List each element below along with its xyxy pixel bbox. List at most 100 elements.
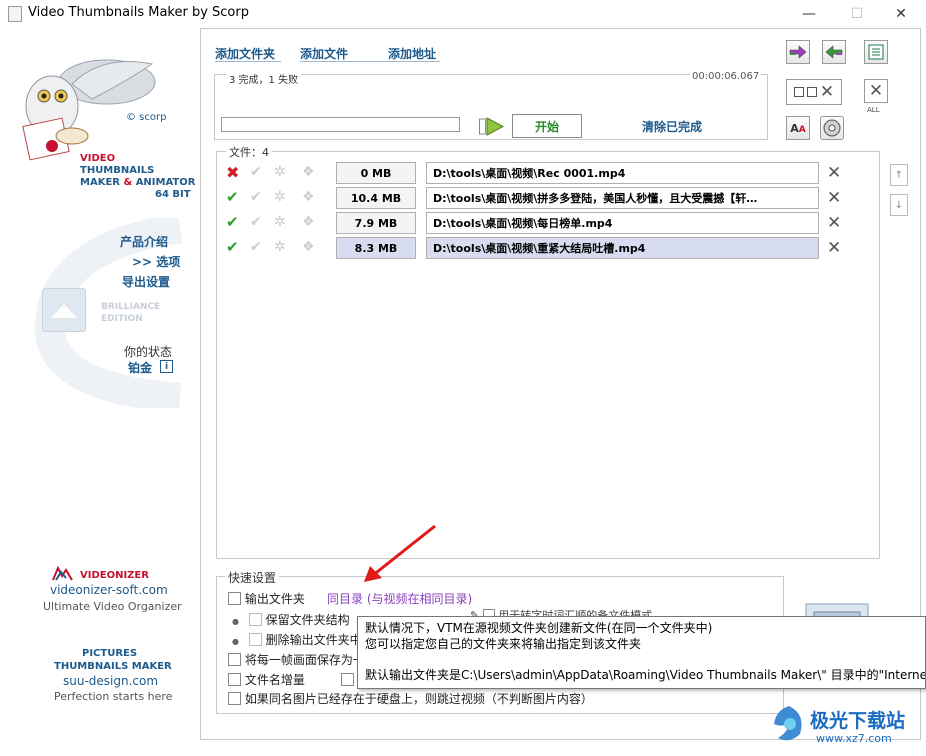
close-button[interactable]: ✕ <box>878 0 924 28</box>
disc-icon <box>823 119 841 137</box>
status-label: 你的状态 <box>124 345 173 359</box>
brand-line-thumbnails: THUMBNAILS <box>80 165 155 176</box>
remove-all-button[interactable]: ✕ <box>864 79 888 103</box>
edition-line2: EDITION <box>101 314 143 324</box>
skip-existing-row: 如果同名图片已经存在于硬盘上，则跳过视频（不判断图片内容） <box>228 690 593 707</box>
remove-file-icon[interactable]: ✕ <box>827 165 841 182</box>
film-ghost-icon: ❖ <box>302 189 315 205</box>
list-icon <box>868 44 884 60</box>
ptm-tagline: Perfection starts here <box>54 690 173 703</box>
status-value: 铂金 <box>128 361 153 375</box>
maximize-button[interactable]: ☐ <box>834 0 880 28</box>
output-folder-row: 输出文件夹 <box>228 590 305 607</box>
move-down-button[interactable]: ↓ <box>890 194 908 216</box>
brand-maker: MAKER <box>80 177 120 188</box>
check-ghost-icon: ✔ <box>250 214 262 230</box>
remove-file-icon[interactable]: ✕ <box>827 215 841 232</box>
x-icon: ✕ <box>819 81 835 102</box>
window-title: Video Thumbnails Maker by Scorp <box>28 5 249 20</box>
gear-ghost-icon: ✲ <box>274 214 286 230</box>
arrow-left-icon <box>825 45 843 59</box>
clear-done-link[interactable]: 清除已完成 <box>642 118 702 135</box>
watermark-logo-icon <box>774 706 802 741</box>
table-row[interactable]: ✔ ✔ ✲ ❖ 8.3 MB D:\tools\桌面\视频\重紧大结局吐槽.mp4 ✕ <box>222 237 852 260</box>
success-check-icon: ✔ <box>226 238 239 256</box>
skip-existing-checkbox[interactable] <box>228 692 241 705</box>
tooltip-line-3: 默认输出文件夹是C:\Users\admin\AppData\Roaming\V… <box>365 668 926 682</box>
status-info-icon[interactable]: i <box>160 360 173 373</box>
export-arrow-button[interactable] <box>822 40 846 64</box>
x-icon: ✕ <box>868 80 884 101</box>
eject-icon <box>42 288 86 332</box>
delete-output-label: 删除输出文件夹中 <box>265 633 362 647</box>
filename-increment-checkbox[interactable] <box>228 673 241 686</box>
delete-output-checkbox[interactable] <box>248 633 262 646</box>
file-path-cell: D:\tools\桌面\视频\每日榜单.mp4 <box>426 212 819 234</box>
file-path-cell: D:\tools\桌面\视频\重紧大结局吐槽.mp4 <box>426 237 819 259</box>
save-frames-row: 将每一帧画面保存为一 <box>228 651 365 668</box>
gear-ghost-icon: ✲ <box>274 239 286 255</box>
extra-option-checkbox[interactable] <box>341 673 354 686</box>
output-folder-link[interactable]: 同目录 (与视频在相同目录) <box>327 590 472 607</box>
app-icon <box>8 6 22 22</box>
watermark-url: www.xz7.com <box>816 732 892 745</box>
import-arrow-button[interactable] <box>786 40 810 64</box>
tooltip-line-1: 默认情况下，VTM在源视频文件夹创建新文件(在同一个文件夹中) <box>365 621 713 635</box>
tooltip-line-2: 您可以指定您自己的文件夹来将输出指定到该文件夹 <box>365 637 642 651</box>
play-button[interactable] <box>479 117 505 136</box>
film-ghost-icon: ❖ <box>302 164 315 180</box>
filename-increment-label: 文件名增量 <box>244 673 305 687</box>
keep-structure-row: ● 保留文件夹结构 <box>232 613 350 627</box>
file-size-cell: 8.3 MB <box>336 237 416 259</box>
progress-bar <box>221 117 460 132</box>
add-file-link[interactable]: 添加文件 <box>300 45 348 62</box>
check-ghost-icon: ✔ <box>250 189 262 205</box>
success-check-icon: ✔ <box>226 188 239 206</box>
watermark: 极光下载站 www.xz7.com <box>770 702 920 752</box>
table-row[interactable]: ✖ ✔ ✲ ❖ 0 MB D:\tools\桌面\视频\Rec 0001.mp4 ✕ <box>222 162 852 185</box>
toggle-checkboxes-button[interactable]: ✕ <box>786 79 842 105</box>
gear-ghost-icon: ✲ <box>274 189 286 205</box>
ptm-link[interactable]: suu-design.com <box>63 674 158 688</box>
check-ghost-icon: ✔ <box>250 239 262 255</box>
minimize-button[interactable]: — <box>786 0 832 28</box>
add-folder-link[interactable]: 添加文件夹 <box>215 45 275 62</box>
delete-output-row: ● 删除输出文件夹中 <box>232 633 362 647</box>
move-up-button[interactable]: ↑ <box>890 164 908 186</box>
progress-summary: 3 完成，1 失败 <box>226 71 302 86</box>
output-folder-tooltip: 默认情况下，VTM在源视频文件夹创建新文件(在同一个文件夹中) 您可以指定您自己… <box>357 616 926 689</box>
output-folder-checkbox[interactable] <box>228 592 241 605</box>
nav-options[interactable]: >> 选项 <box>132 253 180 270</box>
skip-existing-label: 如果同名图片已经存在于硬盘上，则跳过视频（不判断图片内容） <box>244 692 593 706</box>
videonizer-link[interactable]: videonizer-soft.com <box>50 583 168 597</box>
all-label: ALL <box>867 106 880 114</box>
left-panel: © scorp VIDEO THUMBNAILS MAKER & ANIMATO… <box>0 28 200 756</box>
title-bar: Video Thumbnails Maker by Scorp — ☐ ✕ <box>0 0 926 28</box>
remove-file-icon[interactable]: ✕ <box>827 240 841 257</box>
file-size-cell: 10.4 MB <box>336 187 416 209</box>
save-frames-checkbox[interactable] <box>228 653 241 666</box>
file-size-cell: 7.9 MB <box>336 212 416 234</box>
filename-increment-row: 文件名增量 <box>228 671 305 688</box>
add-url-link[interactable]: 添加地址 <box>388 45 436 62</box>
film-ghost-icon: ❖ <box>302 239 315 255</box>
brand-animator: ANIMATOR <box>135 177 196 188</box>
videonizer-tagline: Ultimate Video Organizer <box>43 600 182 613</box>
edition-line1: BRILLIANCE <box>101 302 161 312</box>
gear-ghost-icon: ✲ <box>274 164 286 180</box>
ptm-title-1: PICTURES <box>82 648 138 659</box>
remove-file-icon[interactable]: ✕ <box>827 190 841 207</box>
keep-structure-checkbox[interactable] <box>248 613 262 626</box>
font-settings-button[interactable]: AA <box>786 116 810 140</box>
brand-64bit: 64 BIT <box>155 189 191 200</box>
quick-settings-title: 快速设置 <box>225 569 280 586</box>
nav-export-settings[interactable]: 导出设置 <box>122 273 170 290</box>
table-row[interactable]: ✔ ✔ ✲ ❖ 10.4 MB D:\tools\桌面\视频\拼多多登陆，美国人秒懂，且大… <box>222 187 852 210</box>
elapsed-time: 00:00:06.067 <box>690 71 762 82</box>
table-row[interactable]: ✔ ✔ ✲ ❖ 7.9 MB D:\tools\桌面\视频\每日榜单.mp4 ✕ <box>222 212 852 235</box>
list-view-button[interactable] <box>864 40 888 64</box>
disc-button[interactable] <box>820 116 844 140</box>
brand-line-video: VIDEO <box>80 153 116 164</box>
nav-product-intro[interactable]: 产品介绍 <box>120 233 168 250</box>
start-button[interactable]: 开始 <box>512 114 582 138</box>
